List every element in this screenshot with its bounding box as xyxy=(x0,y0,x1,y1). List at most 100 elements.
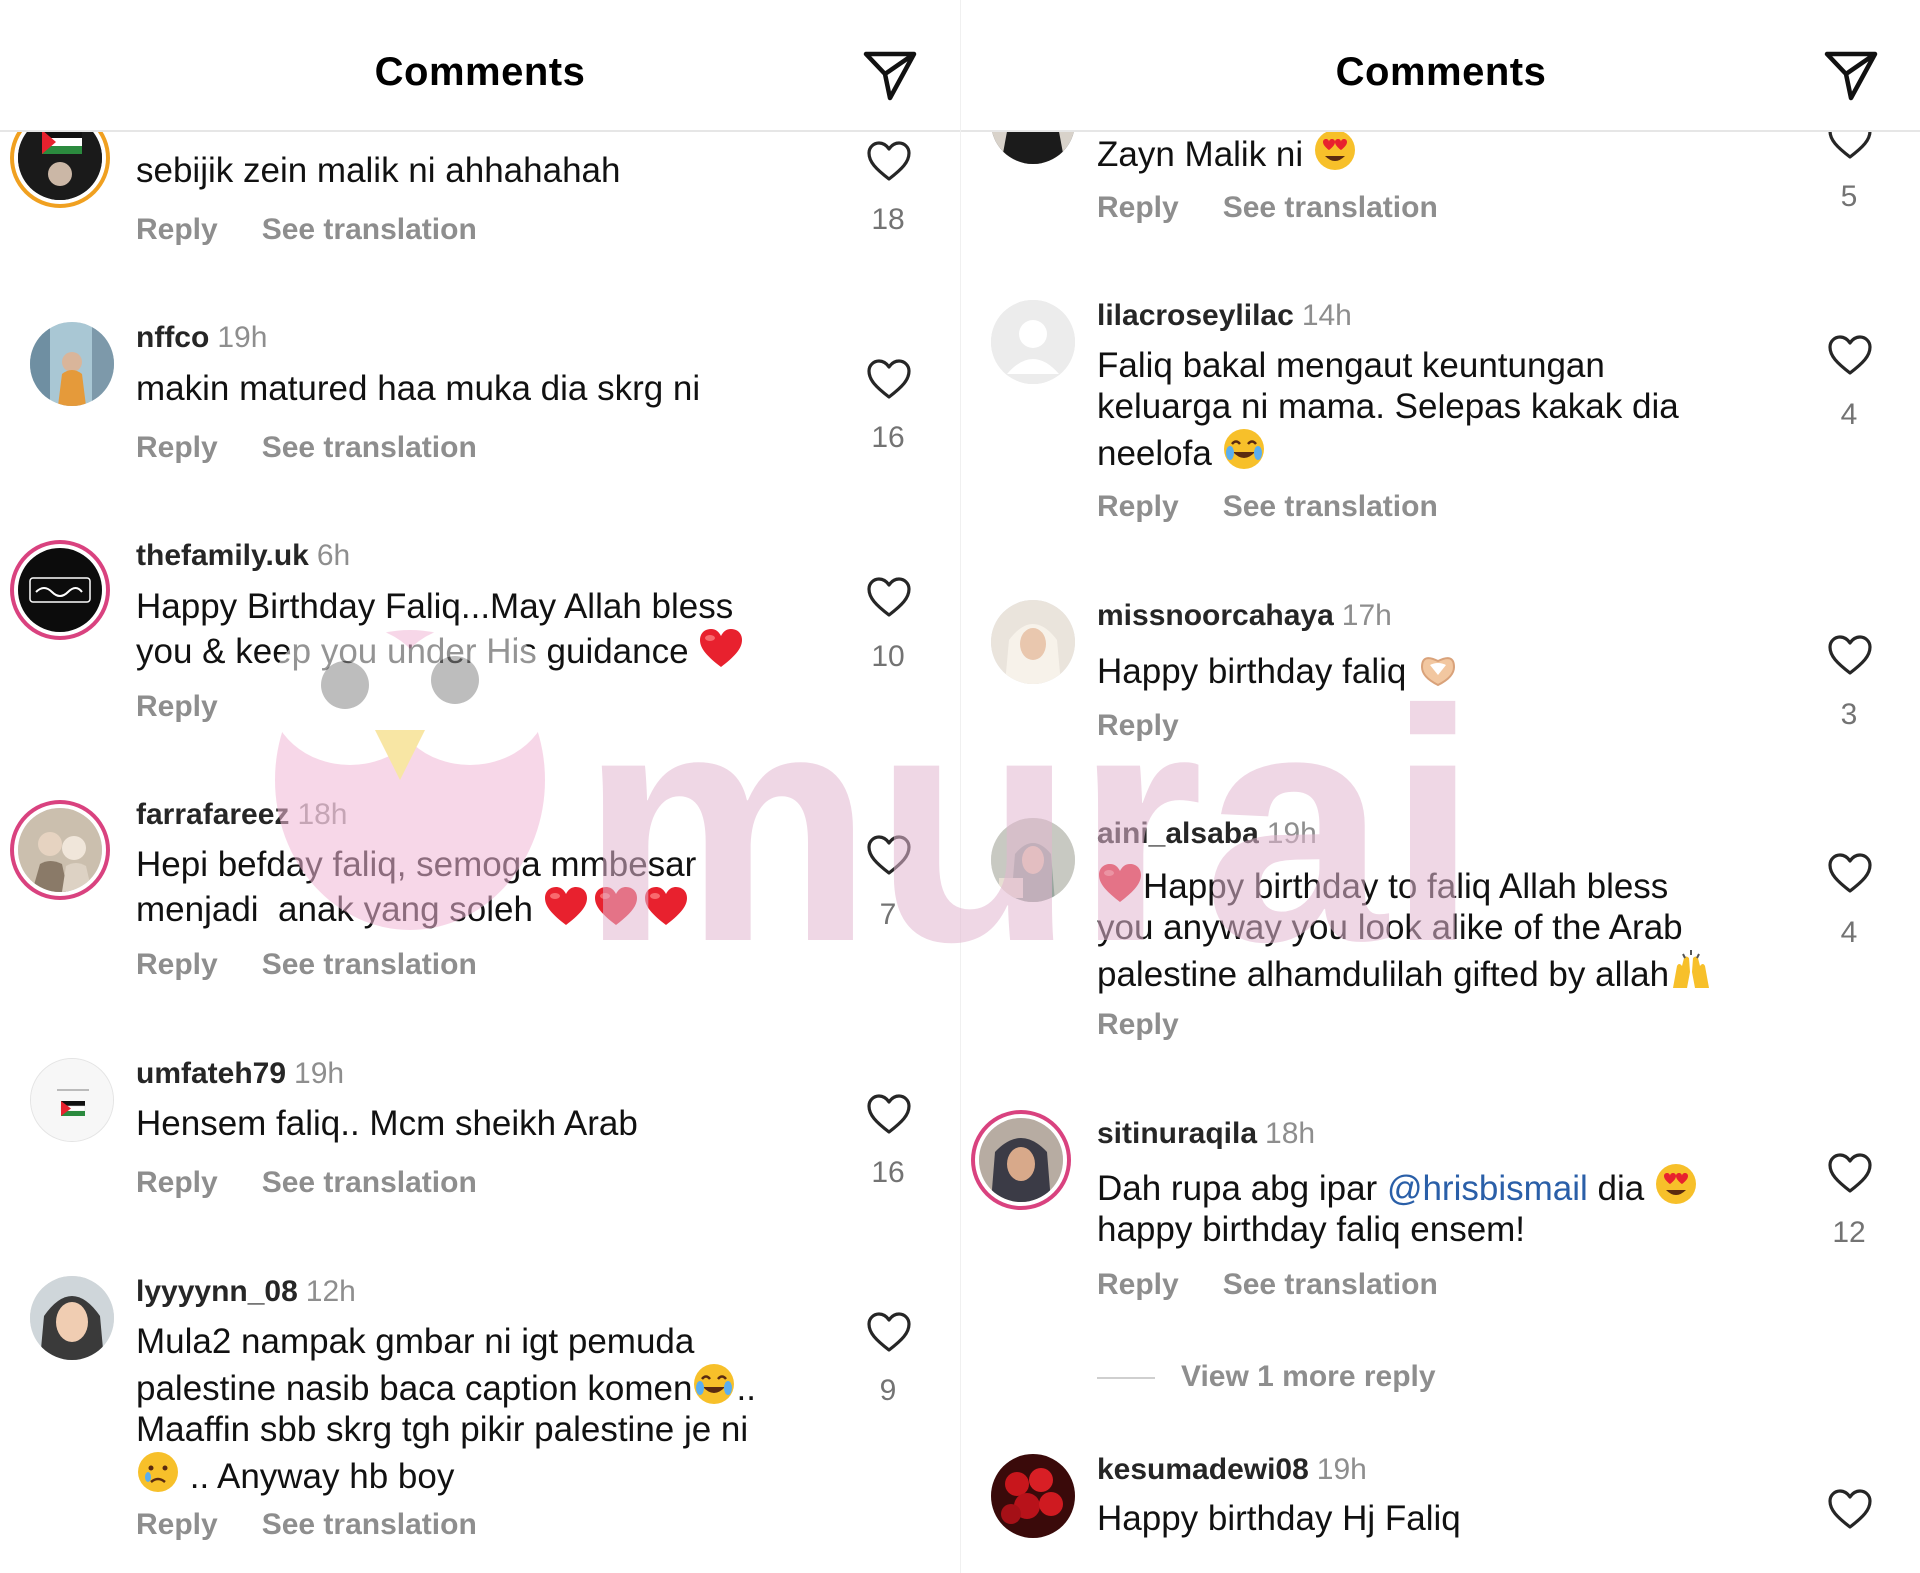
username-link[interactable]: lyyyynn_08 xyxy=(136,1275,298,1308)
avatar[interactable] xyxy=(991,818,1075,902)
like-heart-icon[interactable] xyxy=(866,834,912,876)
username-link[interactable]: umfateh79 xyxy=(136,1057,286,1090)
comment-text-line: .. Anyway hb boy xyxy=(136,1450,756,1497)
comment-text-line: Faliq bakal mengaut keuntungan xyxy=(1097,346,1605,385)
username-link[interactable]: farrafareez xyxy=(136,798,289,831)
comment-meta: nffco 19h xyxy=(136,320,267,356)
comment-text-fragment: palestine nasib baca caption komen xyxy=(136,1369,693,1408)
red-heart-emoji-icon xyxy=(1097,862,1143,904)
comment-text-line: Happy Birthday Faliq...May Allah bless xyxy=(136,587,734,626)
comment-meta: lilacroseylilac 14h xyxy=(1097,298,1352,334)
crying-face-emoji-icon xyxy=(136,1450,180,1494)
comment-text: Dah rupa abg ipar @hrisbismail dia happy… xyxy=(1097,1162,1698,1250)
comment-actions: Reply See translation xyxy=(1097,490,1438,524)
username-link[interactable]: kesumadewi08 xyxy=(1097,1453,1309,1486)
like-heart-icon[interactable] xyxy=(866,1311,912,1353)
see-translation-button[interactable]: See translation xyxy=(262,948,477,981)
send-icon[interactable] xyxy=(860,46,920,102)
avatar[interactable] xyxy=(991,600,1075,684)
comment-text-fragment: palestine alhamdulilah gifted by allah xyxy=(1097,955,1670,994)
view-more-replies-button[interactable]: View 1 more reply xyxy=(1097,1360,1436,1394)
username-link[interactable]: aini_alsaba xyxy=(1097,817,1259,850)
username-link[interactable]: sitinuraqila xyxy=(1097,1117,1257,1150)
see-translation-button[interactable]: See translation xyxy=(262,431,477,464)
avatar[interactable] xyxy=(30,1058,114,1142)
like-heart-icon[interactable] xyxy=(1827,1152,1873,1194)
avatar[interactable] xyxy=(979,1118,1063,1202)
reply-button[interactable]: Reply xyxy=(1097,191,1179,224)
like-count: 5 xyxy=(1840,180,1858,213)
red-heart-emoji-icon xyxy=(543,885,589,927)
avatar-image xyxy=(991,600,1075,684)
comment-text-fragment: Dah rupa abg ipar xyxy=(1097,1169,1378,1208)
like-count: 4 xyxy=(1840,916,1858,949)
heart-eyes-emoji-icon xyxy=(1313,128,1357,172)
reply-button[interactable]: Reply xyxy=(136,213,218,246)
like-heart-icon[interactable] xyxy=(866,358,912,400)
comment-meta: lyyyynn_08 12h xyxy=(136,1274,356,1310)
comment-text: Happy birthday to faliq Allah bless you … xyxy=(1097,862,1713,995)
comment-text-line: keluarga ni mama. Selepas kakak dia xyxy=(1097,387,1679,426)
username-link[interactable]: lilacroseylilac xyxy=(1097,299,1294,332)
like-heart-icon[interactable] xyxy=(866,1093,912,1135)
mention-link[interactable]: @hrisbismail xyxy=(1387,1169,1588,1208)
like-count: 7 xyxy=(879,898,897,931)
reply-button[interactable]: Reply xyxy=(1097,1008,1179,1041)
like-count: 10 xyxy=(871,640,905,673)
comments-panel-right: Comments Zayn Malik ni Reply See translat… xyxy=(960,0,1920,1573)
avatar[interactable] xyxy=(18,808,102,892)
comment-text-line: menjadi anak yang soleh xyxy=(136,885,696,930)
like-heart-icon[interactable] xyxy=(1827,634,1873,676)
reply-button[interactable]: Reply xyxy=(1097,1268,1179,1301)
reply-button[interactable]: Reply xyxy=(1097,490,1179,523)
comment-time: 19h xyxy=(1266,817,1317,850)
heart-hands-emoji-icon xyxy=(1416,645,1460,689)
comment-meta: farrafareez 18h xyxy=(136,797,348,833)
reply-button[interactable]: Reply xyxy=(136,431,218,464)
username-link[interactable]: nffco xyxy=(136,321,209,354)
see-translation-button[interactable]: See translation xyxy=(1223,191,1438,224)
comment-text-line: Hepi befday faliq, semoga mmbesar xyxy=(136,845,697,884)
username-link[interactable]: missnoorcahaya xyxy=(1097,599,1334,632)
see-translation-button[interactable]: See translation xyxy=(262,1508,477,1541)
comment-text-line: neelofa xyxy=(1097,427,1679,474)
avatar[interactable] xyxy=(30,322,114,406)
red-roses-avatar-image xyxy=(991,1454,1075,1538)
comment-time: 19h xyxy=(294,1057,345,1090)
comment-text: Happy birthday faliq xyxy=(1097,645,1460,692)
red-heart-emoji-icon xyxy=(593,885,639,927)
like-heart-icon[interactable] xyxy=(1827,1488,1873,1530)
like-heart-icon[interactable] xyxy=(866,576,912,618)
see-translation-button[interactable]: See translation xyxy=(262,213,477,246)
reply-button[interactable]: Reply xyxy=(136,1166,218,1199)
reply-button[interactable]: Reply xyxy=(136,1508,218,1541)
like-heart-icon[interactable] xyxy=(1827,334,1873,376)
avatar-image xyxy=(18,808,102,892)
like-heart-icon[interactable] xyxy=(1827,852,1873,894)
see-translation-button[interactable]: See translation xyxy=(262,1166,477,1199)
username-link[interactable]: thefamily.uk xyxy=(136,539,309,572)
see-translation-button[interactable]: See translation xyxy=(1223,490,1438,523)
palestine-flag-avatar-image xyxy=(31,1059,113,1141)
comment-time: 6h xyxy=(316,539,351,572)
reply-button[interactable]: Reply xyxy=(136,948,218,981)
comment-actions: Reply See translation xyxy=(136,213,477,247)
avatar-image xyxy=(991,818,1075,902)
avatar[interactable] xyxy=(30,1276,114,1360)
comment-actions: Reply See translation xyxy=(136,1508,477,1542)
like-heart-icon[interactable] xyxy=(866,140,912,182)
comment-time: 17h xyxy=(1341,599,1392,632)
avatar[interactable] xyxy=(991,300,1075,384)
comment-text-line: you anyway you look alike of the Arab xyxy=(1097,908,1683,947)
comment-actions: Reply xyxy=(1097,1008,1179,1042)
reply-button[interactable]: Reply xyxy=(136,690,218,723)
like-count: 12 xyxy=(1832,1216,1866,1249)
tears-of-joy-emoji-icon xyxy=(1222,427,1266,471)
avatar[interactable] xyxy=(18,548,102,632)
comment-time: 12h xyxy=(305,1275,356,1308)
send-icon[interactable] xyxy=(1821,46,1881,102)
see-translation-button[interactable]: See translation xyxy=(1223,1268,1438,1301)
avatar[interactable] xyxy=(991,1454,1075,1538)
comment-actions: Reply xyxy=(1097,709,1179,743)
reply-button[interactable]: Reply xyxy=(1097,709,1179,742)
